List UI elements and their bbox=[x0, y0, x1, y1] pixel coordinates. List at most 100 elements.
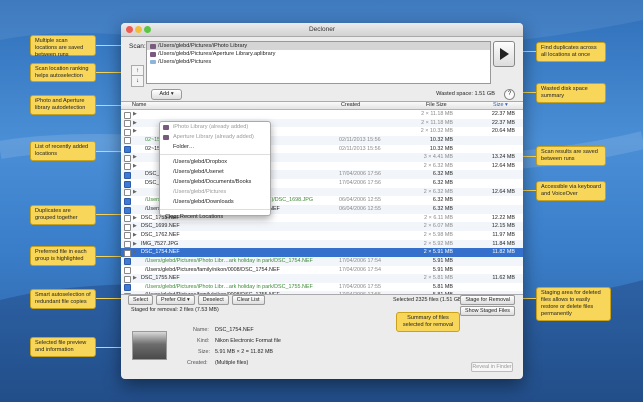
row-checkbox[interactable] bbox=[124, 111, 131, 119]
app-window: Decloner Scan: /Users/glebd/Pictures/iPh… bbox=[121, 23, 523, 379]
clear-list-button[interactable]: Clear List bbox=[231, 295, 265, 305]
row-checkbox[interactable] bbox=[124, 180, 131, 188]
table-row[interactable]: ▶ IMG_7527.JPG 2 × 5.92 MB 11.84 MB bbox=[121, 239, 523, 249]
row-checkbox[interactable] bbox=[124, 128, 131, 136]
row-size: 12.64 MB bbox=[491, 188, 515, 195]
table-row[interactable]: /Users/glebd/Pictures/iPhoto Libr…ark ho… bbox=[121, 256, 523, 266]
disclosure-triangle-icon[interactable]: ▶ bbox=[133, 119, 137, 128]
arrow-up-icon: ↑ bbox=[136, 68, 139, 74]
table-row[interactable]: /Users/glebd/Pictures/iPhoto Libr…ark ho… bbox=[121, 283, 523, 292]
row-checkbox[interactable] bbox=[124, 223, 131, 231]
scan-locations-list[interactable]: /Users/glebd/Pictures/iPhoto Library /Us… bbox=[146, 41, 491, 84]
row-size: 11.84 MB bbox=[492, 240, 515, 247]
window-title: Decloner bbox=[308, 26, 335, 33]
row-checkbox[interactable] bbox=[124, 232, 131, 240]
disclosure-triangle-icon[interactable]: ▶ bbox=[133, 214, 137, 223]
disclosure-triangle-icon[interactable]: ▶ bbox=[133, 274, 137, 283]
row-checkbox[interactable] bbox=[124, 137, 131, 145]
disclosure-triangle-icon[interactable]: ▶ bbox=[133, 110, 137, 119]
column-header-name[interactable]: Name bbox=[132, 102, 146, 109]
aperture-library-icon bbox=[150, 51, 156, 57]
column-header-filesize[interactable]: File Size bbox=[426, 102, 447, 109]
callout-accessible: Accessible via keyboard and VoiceOver bbox=[536, 181, 606, 201]
scan-location-item[interactable]: /Users/glebd/Pictures/iPhoto Library bbox=[147, 42, 490, 50]
menu-item-recent[interactable]: /Users/glebd/Downloads bbox=[160, 197, 270, 207]
menu-item-aperture[interactable]: Aperture Library (already added) bbox=[160, 132, 270, 142]
disclosure-triangle-icon[interactable]: ▶ bbox=[133, 127, 137, 136]
column-header-created[interactable]: Created bbox=[341, 102, 360, 109]
table-row[interactable]: ▶ DSC_1699.NEF 2 × 6.07 MB 12.15 MB bbox=[121, 222, 523, 231]
preview-name-value: DSC_1754.NEF bbox=[215, 327, 254, 333]
close-window-button[interactable] bbox=[126, 26, 133, 33]
menu-item-recent[interactable]: /Users/glebd/Usenet bbox=[160, 167, 270, 177]
file-preview-panel: Name: DSC_1754.NEF Kind: Nikon Electroni… bbox=[121, 317, 523, 379]
zoom-window-button[interactable] bbox=[144, 26, 151, 33]
row-created: 17/04/2006 17:55 bbox=[339, 291, 381, 294]
row-checkbox[interactable] bbox=[124, 215, 131, 223]
callout-staging: Staging area for deleted files allows to… bbox=[536, 287, 611, 321]
row-checkbox[interactable] bbox=[124, 146, 131, 154]
move-down-button[interactable]: ↓ bbox=[131, 75, 144, 87]
reveal-in-finder-button[interactable]: Reveal in Finder bbox=[471, 362, 513, 372]
callout-ranking: Scan location ranking helps autoselectio… bbox=[30, 63, 96, 82]
menu-item-iphoto[interactable]: iPhoto Library (already added) bbox=[160, 122, 270, 132]
disclosure-triangle-icon[interactable]: ▶ bbox=[133, 188, 137, 197]
help-button[interactable]: ? bbox=[504, 89, 515, 100]
preview-name-label: Name: bbox=[193, 327, 209, 333]
row-size: 20.64 MB bbox=[491, 128, 515, 135]
row-checkbox[interactable] bbox=[124, 241, 131, 249]
find-duplicates-button[interactable] bbox=[493, 41, 515, 67]
row-filesize: 2 × 5.91 MB bbox=[423, 249, 453, 256]
disclosure-triangle-icon[interactable]: ▶ bbox=[133, 162, 137, 171]
row-name: /Users/glebd/Pictures/iPhoto Libr…ark ho… bbox=[145, 283, 313, 290]
row-checkbox[interactable] bbox=[124, 163, 131, 171]
add-location-button[interactable]: Add ▾ bbox=[151, 89, 182, 100]
row-checkbox[interactable] bbox=[124, 267, 131, 275]
menu-item-recent[interactable]: /Users/glebd/Documents/Books bbox=[160, 177, 270, 187]
table-row[interactable]: /Users/glebd/Pictures/family/nikon/0008/… bbox=[121, 266, 523, 275]
menu-item-recent[interactable]: /Users/glebd/Dropbox bbox=[160, 157, 270, 167]
row-checkbox[interactable] bbox=[124, 258, 131, 266]
table-row[interactable]: ▶ DSC_1754.NEF 2 × 5.91 MB 11.82 MB bbox=[121, 248, 523, 257]
menu-item-clear-recent[interactable]: Clear Recent Locations bbox=[160, 212, 270, 222]
row-filesize: 2 × 5.98 MB bbox=[423, 231, 453, 238]
disclosure-triangle-icon[interactable]: ▶ bbox=[133, 231, 137, 240]
select-button[interactable]: Select bbox=[128, 295, 153, 305]
preview-size-value: 5.91 MB × 2 = 11.82 MB bbox=[215, 349, 274, 355]
row-filesize: 6.32 MB bbox=[432, 197, 453, 204]
show-staged-files-button[interactable]: Show Staged Files bbox=[460, 306, 515, 316]
disclosure-triangle-icon[interactable]: ▶ bbox=[133, 222, 137, 231]
row-checkbox[interactable] bbox=[124, 171, 131, 179]
row-filesize: 5.81 MB bbox=[433, 291, 453, 294]
row-checkbox[interactable] bbox=[124, 284, 131, 292]
row-checkbox[interactable] bbox=[124, 249, 131, 257]
row-checkbox[interactable] bbox=[124, 206, 131, 214]
stage-for-removal-button[interactable]: Stage for Removal bbox=[460, 295, 515, 305]
disclosure-triangle-icon[interactable]: ▶ bbox=[133, 153, 137, 162]
scan-location-item[interactable]: /Users/glebd/Pictures bbox=[147, 58, 490, 66]
disclosure-triangle-icon[interactable]: ▶ bbox=[133, 248, 137, 257]
row-checkbox[interactable] bbox=[124, 275, 131, 283]
column-header-size[interactable]: Size ▾ bbox=[493, 102, 508, 109]
scan-location-item[interactable]: /Users/glebd/Pictures/Aperture Library.a… bbox=[147, 50, 490, 58]
table-row[interactable]: ▶ DSC_1762.NEF 2 × 5.98 MB 11.97 MB bbox=[121, 231, 523, 240]
callout-autoselect: Smart autoselection of redundant file co… bbox=[30, 289, 96, 309]
row-checkbox[interactable] bbox=[124, 189, 131, 197]
menu-item-recent[interactable]: /Users/glebd/Pictures bbox=[160, 187, 270, 197]
row-checkbox[interactable] bbox=[124, 197, 131, 205]
row-filesize: 6.32 MB bbox=[432, 180, 453, 187]
prefer-popup[interactable]: Prefer Old ▾ bbox=[155, 295, 195, 305]
table-row[interactable]: ▶ 2 × 11.18 MB 22.37 MB bbox=[121, 110, 523, 119]
row-checkbox[interactable] bbox=[124, 154, 131, 162]
row-size: 12.22 MB bbox=[491, 214, 515, 221]
minimize-window-button[interactable] bbox=[135, 26, 142, 33]
disclosure-triangle-icon[interactable]: ▶ bbox=[133, 240, 137, 249]
row-created: 02/11/2013 15:56 bbox=[339, 145, 381, 152]
row-checkbox[interactable] bbox=[124, 120, 131, 128]
row-created: 17/04/2006 17:56 bbox=[339, 171, 381, 178]
menu-item-folder[interactable]: Folder… bbox=[160, 142, 270, 152]
table-row[interactable]: ▶ DSC_1755.NEF 2 × 5.81 MB 11.62 MB bbox=[121, 274, 523, 283]
row-name: DSC_1755.NEF bbox=[141, 275, 180, 282]
deselect-button[interactable]: Deselect bbox=[197, 295, 229, 305]
row-created: 17/04/2006 17:54 bbox=[339, 266, 381, 273]
